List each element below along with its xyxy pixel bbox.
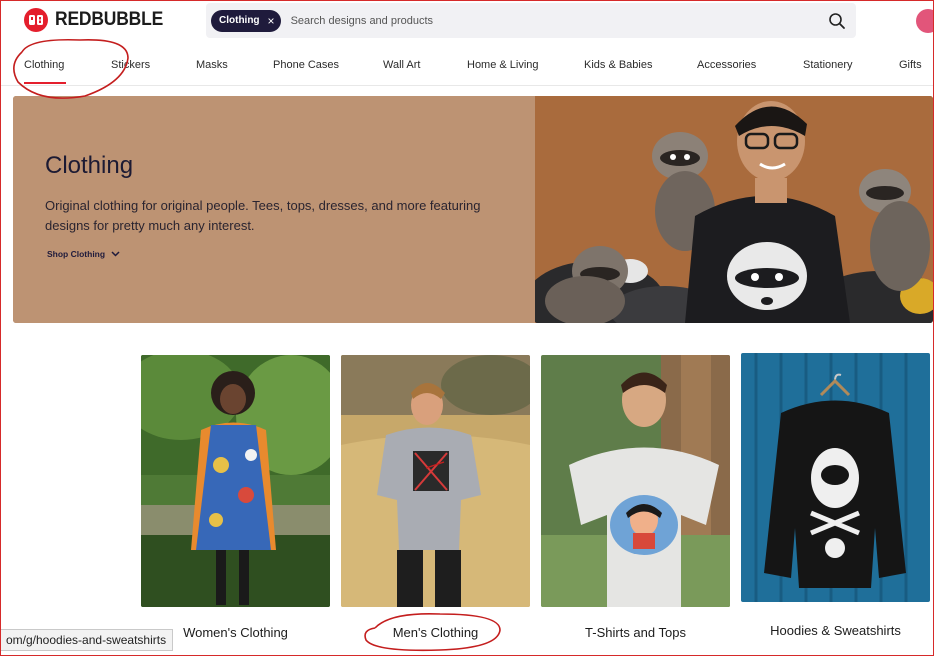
nav-item-accessories[interactable]: Accessories xyxy=(697,59,756,71)
shop-clothing-label: Shop Clothing xyxy=(47,249,106,259)
chevron-down-icon xyxy=(111,251,120,257)
womens-clothing-photo xyxy=(141,355,330,607)
nav-item-gifts[interactable]: Gifts xyxy=(899,59,922,71)
tshirts-tops-photo xyxy=(541,355,730,607)
nav-item-home-living[interactable]: Home & Living xyxy=(467,59,539,71)
search-bar[interactable]: Clothing × xyxy=(206,3,856,38)
category-nav: Clothing Stickers Masks Phone Cases Wall… xyxy=(0,42,934,86)
nav-item-clothing[interactable]: Clothing xyxy=(24,59,64,71)
category-label-mens[interactable]: Men's Clothing xyxy=(341,625,530,640)
category-label-tshirts[interactable]: T-Shirts and Tops xyxy=(541,625,730,640)
hero-title: Clothing xyxy=(45,152,134,179)
category-card-hoodies[interactable]: Hoodies & Sweatshirts xyxy=(741,353,930,638)
hoodies-sweatshirts-photo xyxy=(741,353,930,602)
nav-active-indicator xyxy=(24,82,66,84)
redbubble-logo[interactable]: REDBUBBLE xyxy=(24,8,172,32)
search-chip-label: Clothing xyxy=(219,15,260,26)
site-header: REDBUBBLE Clothing × xyxy=(0,0,934,42)
logo-wordmark: REDBUBBLE xyxy=(55,9,164,30)
nav-item-wall-art[interactable]: Wall Art xyxy=(383,59,421,71)
category-card-mens[interactable]: Men's Clothing xyxy=(341,355,530,640)
search-input[interactable] xyxy=(290,14,811,27)
chip-close-icon[interactable]: × xyxy=(268,15,275,27)
browser-status-url: om/g/hoodies-and-sweatshirts xyxy=(0,629,174,651)
nav-item-kids-babies[interactable]: Kids & Babies xyxy=(584,59,652,71)
mens-clothing-photo xyxy=(341,355,530,607)
search-filter-chip[interactable]: Clothing × xyxy=(211,9,281,32)
account-avatar[interactable] xyxy=(916,9,934,33)
category-card-tshirts[interactable]: T-Shirts and Tops xyxy=(541,355,730,640)
shop-clothing-dropdown[interactable]: Shop Clothing xyxy=(47,249,120,259)
category-label-hoodies[interactable]: Hoodies & Sweatshirts xyxy=(741,623,930,638)
nav-item-stationery[interactable]: Stationery xyxy=(803,59,853,71)
hero-text-panel: Clothing Original clothing for original … xyxy=(13,96,535,323)
redbubble-logo-icon xyxy=(24,8,48,32)
hero-photo xyxy=(525,96,933,323)
search-icon[interactable] xyxy=(828,12,846,30)
nav-item-phone-cases[interactable]: Phone Cases xyxy=(273,59,339,71)
hero-banner: Clothing Original clothing for original … xyxy=(13,96,933,323)
hero-description: Original clothing for original people. T… xyxy=(45,198,481,233)
nav-item-stickers[interactable]: Stickers xyxy=(111,59,150,71)
category-card-womens[interactable]: Women's Clothing xyxy=(141,355,330,640)
nav-item-masks[interactable]: Masks xyxy=(196,59,228,71)
